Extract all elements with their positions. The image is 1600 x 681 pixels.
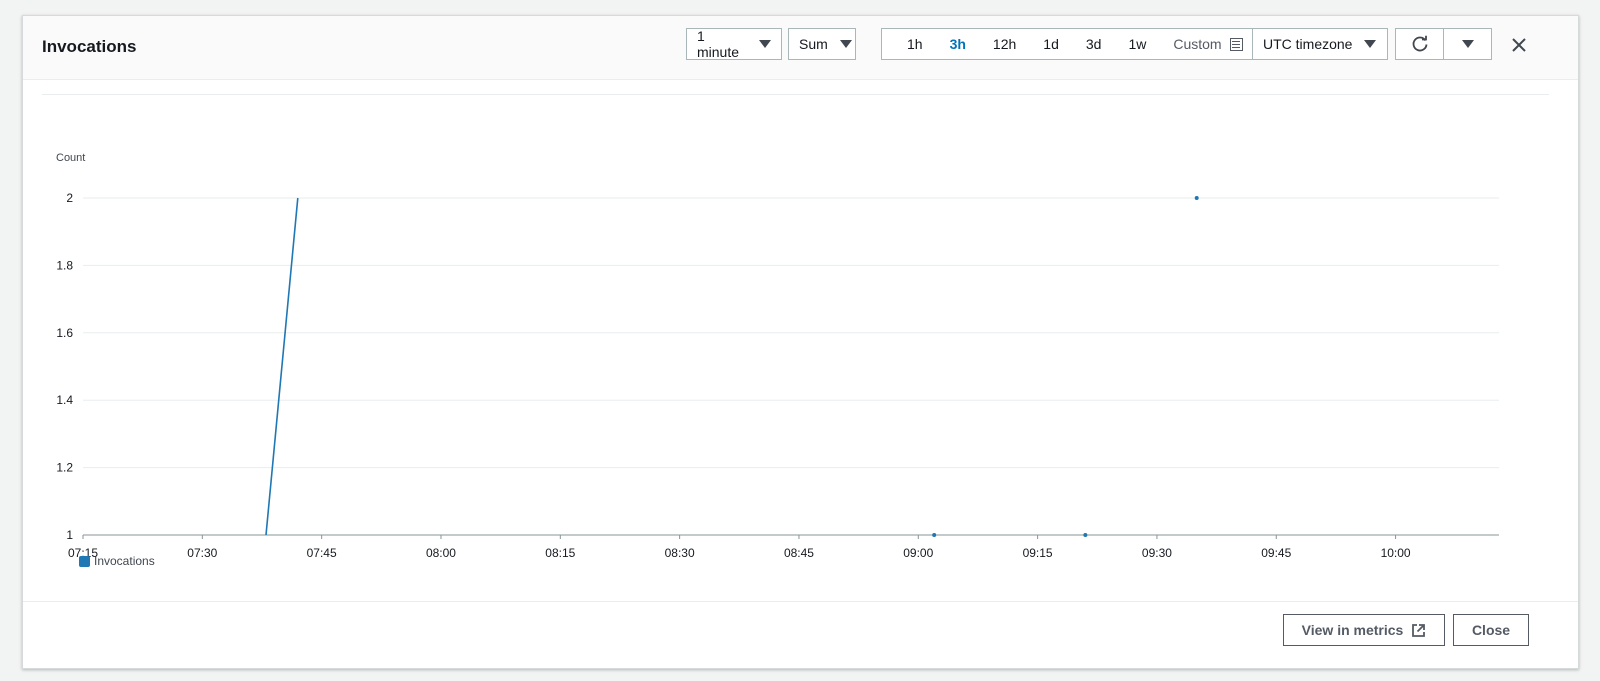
divider	[42, 94, 1549, 95]
x-tick-label: 09:30	[1142, 546, 1172, 560]
close-icon[interactable]	[1508, 34, 1530, 56]
y-tick-label: 1.2	[56, 461, 73, 475]
metric-modal: Invocations 1 minute Sum 1h 3h 12h 1d 3d…	[22, 15, 1579, 669]
custom-range-button[interactable]: Custom	[1173, 36, 1243, 52]
custom-label: Custom	[1173, 36, 1222, 52]
range-3d[interactable]: 3d	[1086, 36, 1102, 52]
y-tick-label: 2	[66, 191, 73, 205]
period-value: 1 minute	[697, 28, 740, 60]
chevron-down-icon	[1461, 40, 1474, 48]
x-tick-label: 08:45	[784, 546, 814, 560]
range-1w[interactable]: 1w	[1128, 36, 1146, 52]
range-3h[interactable]: 3h	[950, 36, 966, 52]
y-tick-label: 1.8	[56, 258, 73, 272]
close-button[interactable]: Close	[1453, 614, 1529, 646]
range-12h[interactable]: 12h	[993, 36, 1016, 52]
statistic-select[interactable]: Sum	[788, 28, 856, 60]
period-select[interactable]: 1 minute	[686, 28, 782, 60]
range-1h[interactable]: 1h	[907, 36, 923, 52]
x-tick-label: 09:00	[903, 546, 933, 560]
modal-title: Invocations	[42, 37, 137, 56]
y-axis-label: Count	[56, 152, 85, 164]
caret-down-icon	[759, 40, 771, 48]
x-tick-label: 08:15	[545, 546, 575, 560]
data-point	[1083, 533, 1088, 537]
refresh-options-button[interactable]	[1443, 28, 1492, 60]
x-tick-label: 07:30	[187, 546, 217, 560]
x-tick-label: 08:00	[426, 546, 456, 560]
y-tick-label: 1	[66, 528, 73, 542]
x-tick-label: 09:45	[1261, 546, 1291, 560]
legend-label: Invocations	[94, 554, 155, 568]
caret-down-icon	[1364, 40, 1377, 48]
view-in-metrics-button[interactable]: View in metrics	[1283, 614, 1445, 646]
modal-footer: View in metrics Close	[23, 601, 1578, 670]
refresh-icon	[1412, 35, 1427, 52]
x-tick-label: 09:15	[1023, 546, 1053, 560]
x-tick-label: 08:30	[665, 546, 695, 560]
data-point	[932, 533, 937, 537]
timezone-select[interactable]: UTC timezone	[1252, 28, 1388, 60]
time-range-selector: 1h 3h 12h 1d 3d 1w Custom	[881, 28, 1273, 60]
invocations-chart: Count 11.21.41.61.8207:15 07:30 07:45 08:00…	[56, 152, 1499, 560]
timezone-value: UTC timezone	[1263, 36, 1353, 52]
series-line	[265, 197, 299, 536]
legend-swatch	[79, 555, 90, 567]
modal-header: Invocations 1 minute Sum 1h 3h 12h 1d 3d…	[23, 16, 1578, 80]
x-tick-label: 10:00	[1381, 546, 1411, 560]
data-point	[1194, 196, 1199, 200]
range-1d[interactable]: 1d	[1043, 36, 1059, 52]
y-tick-label: 1.6	[56, 326, 73, 340]
caret-down-icon	[839, 40, 852, 48]
refresh-button[interactable]	[1395, 28, 1444, 60]
calendar-icon	[1229, 37, 1243, 51]
external-link-icon	[1412, 623, 1426, 637]
y-tick-label: 1.4	[56, 393, 73, 407]
x-tick-label: 07:45	[307, 546, 337, 560]
statistic-value: Sum	[799, 36, 828, 52]
view-in-metrics-label: View in metrics	[1301, 622, 1404, 638]
chart-legend: Invocations	[79, 554, 155, 568]
